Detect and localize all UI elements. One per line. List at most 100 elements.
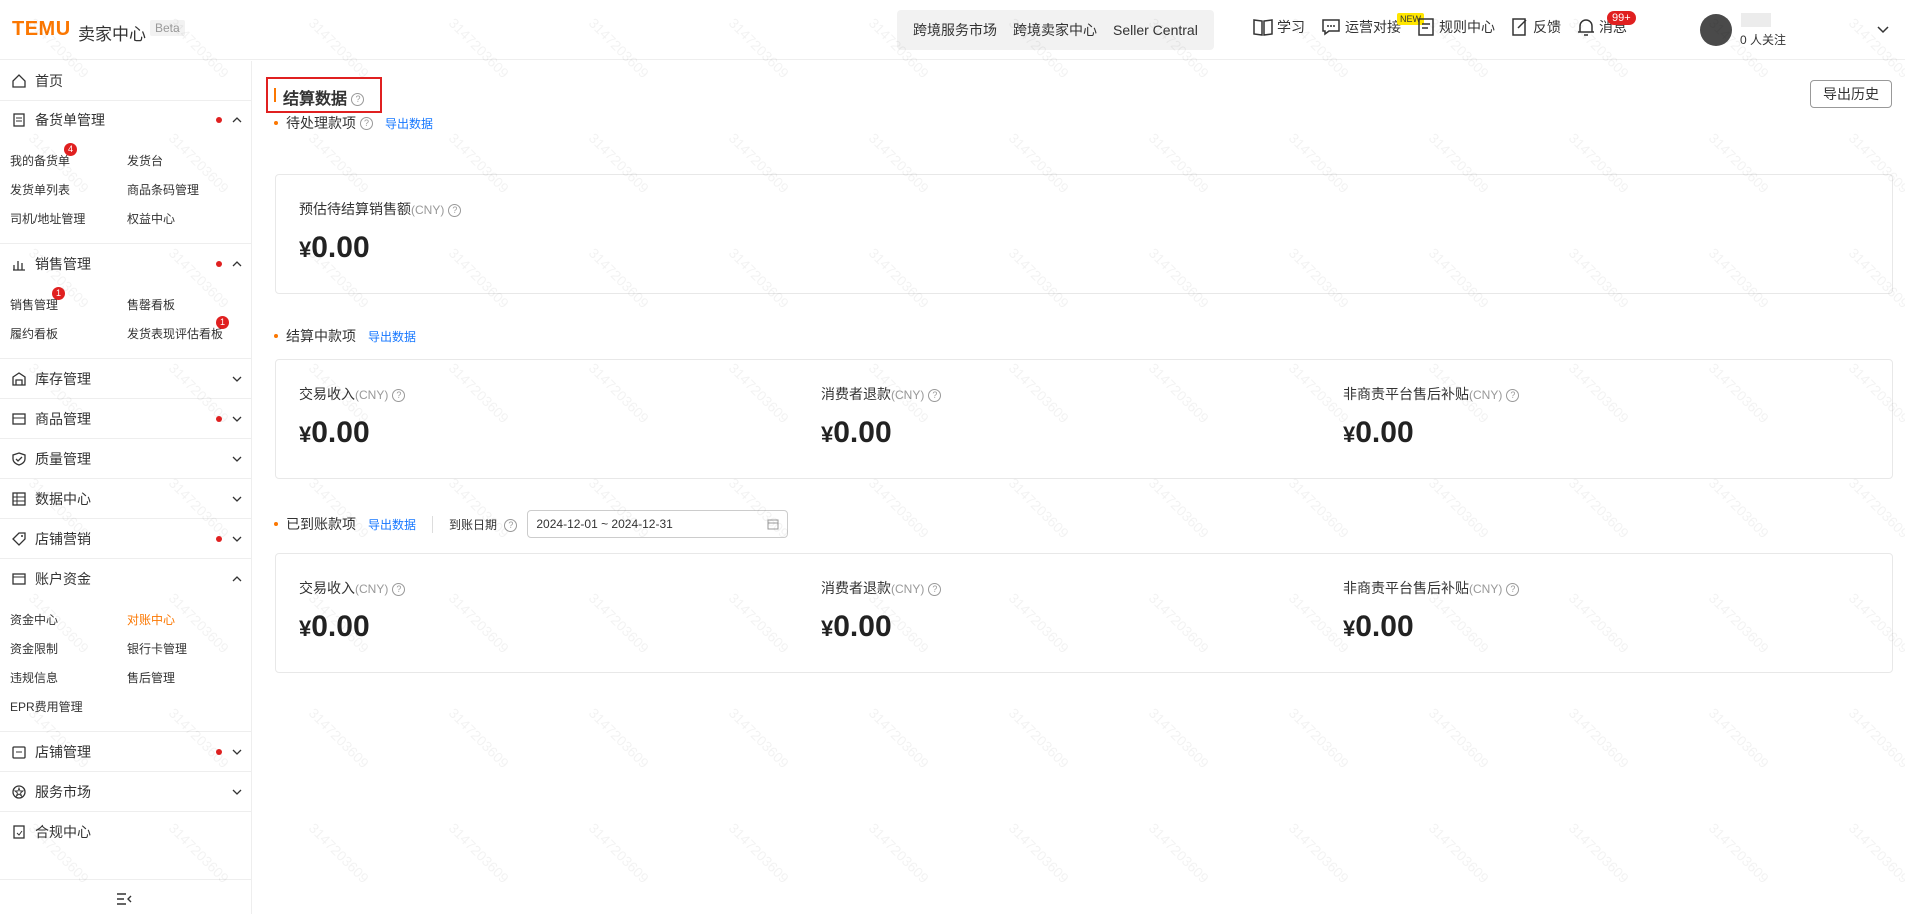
sidebar-item-sales-management[interactable]: 销售管理 <box>10 296 58 313</box>
temu-logo[interactable]: TEMU <box>12 18 71 41</box>
chevron-up-icon[interactable] <box>231 258 243 270</box>
sidebar-group-inventory[interactable]: 库存管理 <box>0 359 252 399</box>
sidebar-item-benefits[interactable]: 权益中心 <box>127 210 175 227</box>
sidebar-item-label: 合规中心 <box>35 824 91 840</box>
nav-cross-border-seller[interactable]: 跨境卖家中心 <box>1005 20 1105 40</box>
beta-badge: Beta <box>150 20 185 36</box>
collapse-sidebar-icon[interactable] <box>116 892 132 906</box>
messages-button[interactable]: 消息 99+ <box>1577 11 1636 37</box>
chevron-down-icon[interactable] <box>231 746 243 758</box>
help-icon[interactable]: ? <box>928 582 942 596</box>
chevron-up-icon[interactable] <box>231 114 243 126</box>
feedback-label: 反馈 <box>1533 19 1561 35</box>
sidebar-group-store[interactable]: 店铺管理 <box>0 732 252 772</box>
help-icon[interactable]: ? <box>928 388 942 402</box>
rules-button[interactable]: 规则中心 <box>1417 17 1495 37</box>
sidebar-item-compliance[interactable]: 合规中心 <box>0 812 252 852</box>
sidebar: 首页 备货单管理 我的备货单 4 发货台 发货单列表 商品条码管理 司机/地址管… <box>0 61 252 914</box>
help-icon[interactable]: ? <box>392 388 406 402</box>
settling-export-link[interactable]: 导出数据 <box>368 328 416 345</box>
store-icon <box>12 746 26 759</box>
help-icon[interactable]: ? <box>1506 388 1520 402</box>
help-icon[interactable]: ? <box>1506 582 1520 596</box>
document-icon <box>1418 18 1434 36</box>
sidebar-item-after-sales[interactable]: 售后管理 <box>127 669 175 686</box>
sidebar-item-my-stock-orders[interactable]: 我的备货单 <box>10 152 70 169</box>
sidebar-group-label: 备货单管理 <box>35 112 105 128</box>
feedback-button[interactable]: 反馈 <box>1511 17 1561 37</box>
pending-card: 预估待结算销售额(CNY)? ¥0.00 <box>275 174 1893 294</box>
top-header: TEMU 卖家中心 Beta 跨境服务市场 跨境卖家中心 Seller Cent… <box>0 0 1905 60</box>
sidebar-group-label: 质量管理 <box>35 451 91 467</box>
sidebar-group-data[interactable]: 数据中心 <box>0 479 252 519</box>
sidebar-group-label: 销售管理 <box>35 256 91 272</box>
chevron-down-icon[interactable] <box>231 453 243 465</box>
sidebar-item-fund-center[interactable]: 资金中心 <box>10 611 58 628</box>
help-icon[interactable]: ? <box>351 93 365 107</box>
sidebar-item-fulfillment-board[interactable]: 履约看板 <box>10 325 58 342</box>
metric-trade-income: 交易收入(CNY)? ¥0.00 <box>299 578 406 644</box>
sidebar-group-marketing[interactable]: 店铺营销 <box>0 519 252 559</box>
chevron-down-icon[interactable] <box>1876 22 1890 36</box>
sidebar-item-epr-fees[interactable]: EPR费用管理 <box>10 698 83 715</box>
sidebar-item-violations[interactable]: 违规信息 <box>10 669 58 686</box>
chevron-up-icon[interactable] <box>231 573 243 585</box>
received-export-link[interactable]: 导出数据 <box>368 516 416 533</box>
sidebar-item-home[interactable]: 首页 <box>0 61 252 101</box>
sidebar-item-shipping-desk[interactable]: 发货台 <box>127 152 163 169</box>
sidebar-group-stock[interactable]: 备货单管理 <box>0 100 252 140</box>
pending-export-link[interactable]: 导出数据 <box>385 115 433 132</box>
help-icon[interactable]: ? <box>504 518 518 532</box>
sidebar-item-soldout-board[interactable]: 售罄看板 <box>127 296 175 313</box>
help-icon[interactable]: ? <box>448 203 462 217</box>
sidebar-group-quality[interactable]: 质量管理 <box>0 439 252 479</box>
ops-label: 运营对接 <box>1345 19 1401 35</box>
seller-center-title: 卖家中心 <box>78 25 146 44</box>
help-icon[interactable]: ? <box>392 582 406 596</box>
sidebar-item-driver-address[interactable]: 司机/地址管理 <box>10 210 85 227</box>
sidebar-group-label: 账户资金 <box>35 571 91 587</box>
sidebar-item-reconciliation[interactable]: 对账中心 <box>127 611 175 628</box>
chevron-down-icon[interactable] <box>231 493 243 505</box>
avatar[interactable] <box>1700 14 1732 46</box>
date-range-picker[interactable]: 2024-12-01 ~ 2024-12-31 <box>527 510 789 538</box>
page-title-highlight: 结算数据 ? <box>266 77 382 113</box>
nav-seller-central[interactable]: Seller Central <box>1105 22 1206 38</box>
account-name <box>1741 13 1771 27</box>
chevron-down-icon[interactable] <box>231 533 243 545</box>
received-section-header: 已到账款项 导出数据 到账日期 ? 2024-12-01 ~ 2024-12-3… <box>274 510 789 538</box>
compliance-icon <box>13 825 25 839</box>
sidebar-item-fund-limits[interactable]: 资金限制 <box>10 640 58 657</box>
sidebar-item-shipping-list[interactable]: 发货单列表 <box>10 181 70 198</box>
nav-service-market[interactable]: 跨境服务市场 <box>905 20 1005 40</box>
feedback-icon <box>1512 18 1527 36</box>
settling-card: 交易收入(CNY)? ¥0.00 消费者退款(CNY)? ¥0.00 非商责平台… <box>275 359 1893 479</box>
clipboard-icon <box>13 113 25 127</box>
sidebar-group-sales[interactable]: 销售管理 <box>0 244 252 284</box>
performance-count-badge: 1 <box>216 316 229 329</box>
learn-button[interactable]: 学习 <box>1253 17 1305 37</box>
ops-button[interactable]: 运营对接 NEW <box>1321 13 1424 37</box>
chat-icon <box>1322 19 1340 36</box>
help-icon[interactable]: ? <box>360 116 373 130</box>
settling-section-header: 结算中款项 导出数据 <box>274 326 416 346</box>
export-history-button[interactable]: 导出历史 <box>1810 80 1892 108</box>
home-icon <box>12 74 26 88</box>
sidebar-group-account[interactable]: 账户资金 <box>0 559 252 599</box>
wallet-icon <box>12 573 26 585</box>
data-table-icon <box>12 492 26 506</box>
messages-badge: 99+ <box>1607 11 1636 25</box>
sidebar-item-shipping-performance[interactable]: 发货表现评估看板 <box>127 325 223 342</box>
sidebar-item-barcode[interactable]: 商品条码管理 <box>127 181 199 198</box>
learn-label: 学习 <box>1277 19 1305 35</box>
chevron-down-icon[interactable] <box>231 373 243 385</box>
metric-trade-income: 交易收入(CNY)? ¥0.00 <box>299 384 406 450</box>
chevron-down-icon[interactable] <box>231 786 243 798</box>
sidebar-group-label: 商品管理 <box>35 411 91 427</box>
sidebar-group-goods[interactable]: 商品管理 <box>0 399 252 439</box>
sidebar-group-label: 库存管理 <box>35 371 91 387</box>
date-range-value: 2024-12-01 ~ 2024-12-31 <box>536 517 673 531</box>
sidebar-group-services[interactable]: 服务市场 <box>0 772 252 812</box>
chevron-down-icon[interactable] <box>231 413 243 425</box>
sidebar-item-bank-cards[interactable]: 银行卡管理 <box>127 640 187 657</box>
